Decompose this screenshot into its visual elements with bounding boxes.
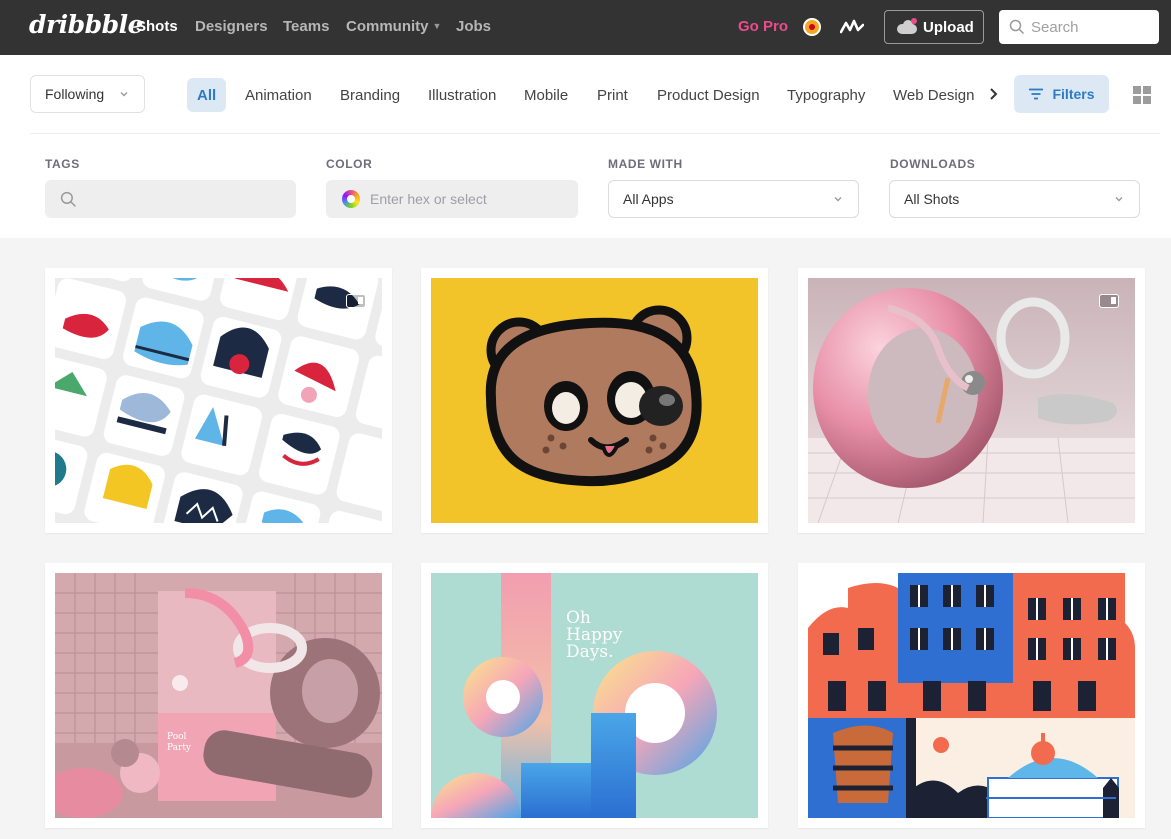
upload-cloud-icon [897, 18, 917, 34]
made-with-select[interactable]: All Apps [608, 180, 859, 218]
animated-gif-icon [346, 294, 366, 308]
shot-card[interactable]: Pool Party [45, 563, 392, 828]
top-navigation-bar: dribbble Shots Designers Teams Community… [0, 0, 1171, 55]
category-web-design[interactable]: Web Design [893, 78, 974, 112]
downloads-select[interactable]: All Shots [889, 180, 1140, 218]
chevron-down-icon [1115, 197, 1123, 202]
shot-card[interactable] [45, 268, 392, 533]
shot-card[interactable] [421, 268, 768, 533]
search-box[interactable] [999, 10, 1159, 44]
nav-shots[interactable]: Shots [136, 18, 178, 35]
chevron-down-icon [834, 197, 842, 202]
filter-bar: Following All Animation Branding Illustr… [0, 55, 1171, 238]
dribbble-logo[interactable]: dribbble [29, 10, 144, 39]
tags-input[interactable] [45, 180, 296, 218]
category-branding[interactable]: Branding [340, 78, 400, 112]
shot-card[interactable]: Oh Happy Days. [421, 563, 768, 828]
color-input[interactable]: Enter hex or select [326, 180, 578, 218]
category-all[interactable]: All [187, 78, 227, 112]
nav-designers[interactable]: Designers [195, 18, 268, 35]
made-with-label: MADE WITH [608, 157, 683, 171]
search-icon [1009, 19, 1025, 35]
shot-thumbnail-city-buildings[interactable] [808, 573, 1135, 818]
shot-thumbnail-bear-face[interactable] [431, 278, 758, 523]
tags-label: TAGS [45, 157, 80, 171]
category-print[interactable]: Print [597, 78, 628, 112]
shot-thumbnail-icon-tiles[interactable] [55, 278, 382, 523]
nav-teams[interactable]: Teams [283, 18, 329, 35]
downloads-label: DOWNLOADS [890, 157, 976, 171]
category-mobile[interactable]: Mobile [524, 78, 568, 112]
category-typography[interactable]: Typography [787, 78, 865, 112]
chevron-down-icon: ▼ [432, 21, 442, 31]
filters-button-label: Filters [1052, 86, 1095, 102]
activity-icon[interactable] [839, 17, 865, 42]
search-input[interactable] [1031, 18, 1151, 36]
color-wheel-icon [342, 190, 360, 208]
nav-community-label: Community [346, 18, 429, 35]
search-icon [60, 191, 76, 207]
filter-icon [1029, 88, 1044, 100]
animated-gif-icon [1099, 294, 1119, 308]
shot-thumbnail-oh-happy-days[interactable]: Oh Happy Days. [431, 573, 758, 818]
category-product-design[interactable]: Product Design [657, 78, 760, 112]
shot-card[interactable] [798, 563, 1145, 828]
chevron-right-icon[interactable] [988, 87, 1000, 101]
poster-text: Pool [167, 732, 187, 742]
go-pro-link[interactable]: Go Pro [738, 18, 788, 35]
made-with-value: All Apps [623, 191, 674, 207]
upload-button-label: Upload [923, 18, 974, 36]
following-label: Following [45, 86, 105, 102]
divider [30, 133, 1160, 134]
shot-card[interactable] [798, 268, 1145, 533]
shot-thumbnail-pool-party-poster[interactable]: Pool Party [55, 573, 382, 818]
category-animation[interactable]: Animation [245, 78, 312, 112]
color-label: COLOR [326, 157, 373, 171]
filters-button[interactable]: Filters [1014, 75, 1109, 113]
headline-text: Days. [566, 642, 614, 662]
nav-community[interactable]: Community ▼ [346, 18, 441, 35]
upload-button[interactable]: Upload [884, 10, 984, 44]
poster-text: Party [167, 743, 192, 753]
category-illustration[interactable]: Illustration [428, 78, 496, 112]
following-dropdown[interactable]: Following [30, 75, 145, 113]
nav-jobs[interactable]: Jobs [456, 18, 491, 35]
chevron-down-icon [120, 92, 128, 97]
user-avatar[interactable] [803, 18, 821, 36]
downloads-value: All Shots [904, 191, 960, 207]
color-placeholder: Enter hex or select [370, 191, 487, 207]
grid-view-icon[interactable] [1133, 86, 1151, 104]
shot-thumbnail-pink-torus[interactable] [808, 278, 1135, 523]
